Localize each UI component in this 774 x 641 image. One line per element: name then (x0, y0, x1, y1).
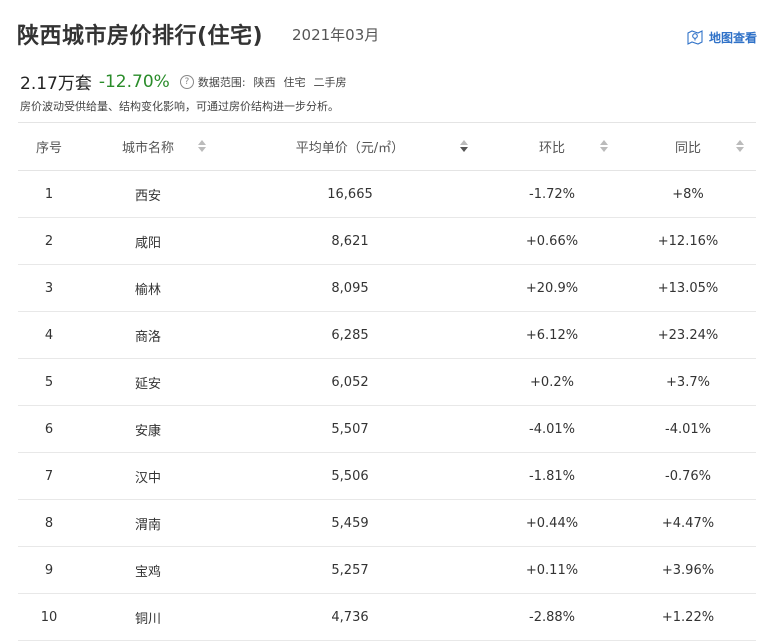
price-cell: 5,459 (216, 499, 484, 547)
mom-cell: +0.11% (484, 546, 620, 594)
rank-cell: 1 (18, 170, 80, 218)
map-link-label: 地图查看 (708, 30, 757, 45)
mom-cell: +0.44% (484, 499, 620, 547)
mom-cell: +20.9% (484, 264, 620, 312)
rank-cell: 4 (18, 311, 80, 359)
table-row[interactable]: 1 西安 16,665 -1.72% +8% (18, 170, 756, 218)
report-date: 2021年03月 (292, 26, 380, 44)
help-icon[interactable]: ? (179, 74, 194, 89)
scope-label: 数据范围: (197, 75, 246, 89)
city-cell: 渭南 (80, 499, 216, 547)
rank-cell: 10 (18, 593, 80, 641)
city-cell: 铜川 (80, 593, 216, 641)
table-row[interactable]: 6 安康 5,507 -4.01% -4.01% (18, 405, 756, 453)
table-row[interactable]: 7 汉中 5,506 -1.81% -0.76% (18, 452, 756, 500)
yoy-cell: +1.22% (620, 593, 756, 641)
description-text: 房价波动受供给量、结构变化影响，可通过房价结构进一步分析。 (20, 100, 339, 113)
scope-type: 住宅 (283, 75, 306, 89)
city-cell: 商洛 (80, 311, 216, 359)
yoy-cell: +23.24% (620, 311, 756, 359)
price-cell: 8,621 (216, 217, 484, 265)
yoy-cell: +8% (620, 170, 756, 218)
price-cell: 6,285 (216, 311, 484, 359)
city-cell: 咸阳 (80, 217, 216, 265)
table-header-row: 序号 城市名称 平均单价（元/㎡） 环比 同比 (18, 122, 756, 171)
price-change: -12.70% (98, 71, 170, 92)
yoy-cell: +12.16% (620, 217, 756, 265)
city-cell: 宝鸡 (80, 546, 216, 594)
yoy-cell: +4.47% (620, 499, 756, 547)
yoy-cell: -0.76% (620, 452, 756, 500)
sort-icon[interactable] (736, 140, 744, 152)
scope-region: 陕西 (253, 75, 276, 89)
mom-cell: -2.88% (484, 593, 620, 641)
column-header-price[interactable]: 平均单价（元/㎡） (216, 122, 484, 171)
rank-cell: 5 (18, 358, 80, 406)
map-view-link[interactable]: 地图查看 (686, 28, 757, 46)
city-cell: 榆林 (80, 264, 216, 312)
price-cell: 8,095 (216, 264, 484, 312)
column-header-city[interactable]: 城市名称 (80, 122, 216, 171)
city-cell: 西安 (80, 170, 216, 218)
city-cell: 延安 (80, 358, 216, 406)
table-body: 1 西安 16,665 -1.72% +8% 2 咸阳 8,621 +0.66%… (18, 170, 756, 641)
rank-cell: 2 (18, 217, 80, 265)
mom-cell: -1.81% (484, 452, 620, 500)
rank-cell: 3 (18, 264, 80, 312)
yoy-cell: +3.96% (620, 546, 756, 594)
mom-cell: -4.01% (484, 405, 620, 453)
table-row[interactable]: 4 商洛 6,285 +6.12% +23.24% (18, 311, 756, 359)
sort-desc-icon[interactable] (460, 140, 468, 152)
summary-bar: 2.17万套 -12.70% ? 数据范围: 陕西 住宅 二手房 (20, 69, 347, 95)
yoy-cell: +3.7% (620, 358, 756, 406)
table-row[interactable]: 10 铜川 4,736 -2.88% +1.22% (18, 593, 756, 641)
price-cell: 16,665 (216, 170, 484, 218)
mom-cell: +0.2% (484, 358, 620, 406)
column-header-yoy[interactable]: 同比 (620, 122, 756, 171)
city-price-table: 序号 城市名称 平均单价（元/㎡） 环比 同比 1 西安 16,665 -1.7… (18, 122, 756, 641)
city-cell: 安康 (80, 405, 216, 453)
rank-cell: 8 (18, 499, 80, 547)
table-row[interactable]: 2 咸阳 8,621 +0.66% +12.16% (18, 217, 756, 265)
yoy-cell: +13.05% (620, 264, 756, 312)
yoy-cell: -4.01% (620, 405, 756, 453)
price-cell: 6,052 (216, 358, 484, 406)
price-cell: 5,506 (216, 452, 484, 500)
column-header-rank: 序号 (18, 122, 80, 171)
price-cell: 4,736 (216, 593, 484, 641)
mom-cell: +0.66% (484, 217, 620, 265)
page-header: 陕西城市房价排行(住宅) 2021年03月 地图查看 (17, 18, 757, 58)
page-title: 陕西城市房价排行(住宅) (17, 24, 264, 49)
scope-market: 二手房 (313, 75, 347, 89)
table-row[interactable]: 8 渭南 5,459 +0.44% +4.47% (18, 499, 756, 547)
table-row[interactable]: 3 榆林 8,095 +20.9% +13.05% (18, 264, 756, 312)
average-price: 2.17万套 (20, 74, 92, 94)
rank-cell: 7 (18, 452, 80, 500)
mom-cell: -1.72% (484, 170, 620, 218)
mom-cell: +6.12% (484, 311, 620, 359)
sort-icon[interactable] (198, 140, 206, 152)
table-row[interactable]: 5 延安 6,052 +0.2% +3.7% (18, 358, 756, 406)
sort-icon[interactable] (600, 140, 608, 152)
city-cell: 汉中 (80, 452, 216, 500)
price-cell: 5,507 (216, 405, 484, 453)
rank-cell: 9 (18, 546, 80, 594)
table-row[interactable]: 9 宝鸡 5,257 +0.11% +3.96% (18, 546, 756, 594)
column-header-mom[interactable]: 环比 (484, 122, 620, 171)
map-pin-icon (687, 30, 703, 45)
rank-cell: 6 (18, 405, 80, 453)
price-cell: 5,257 (216, 546, 484, 594)
